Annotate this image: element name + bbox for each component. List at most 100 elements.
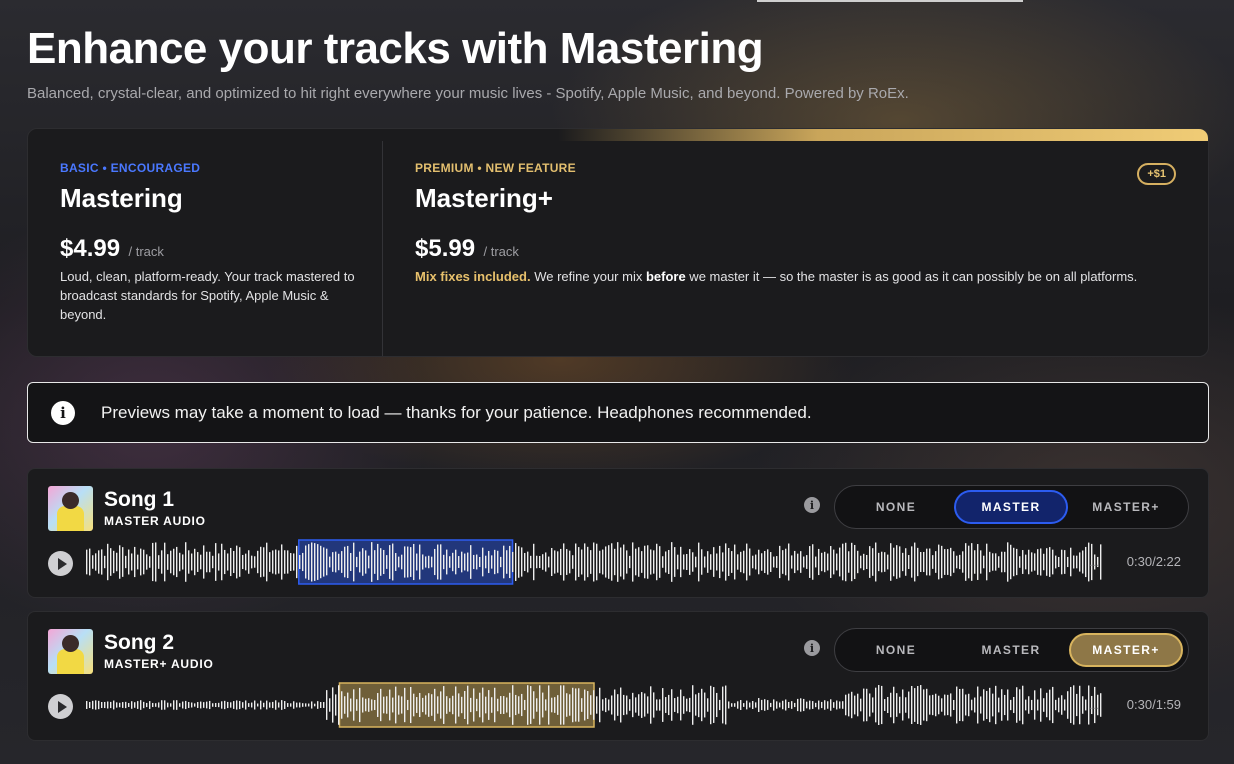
waveform-bar xyxy=(722,552,724,572)
waveform-bar xyxy=(1079,552,1081,572)
waveform[interactable]: ... xyxy=(85,682,1103,728)
waveform-bar xyxy=(644,693,646,717)
waveform-bar xyxy=(809,546,811,578)
option-none[interactable]: NONE xyxy=(839,633,953,667)
waveform-bar xyxy=(758,698,760,712)
play-button[interactable] xyxy=(48,551,73,576)
info-icon[interactable]: i xyxy=(804,497,820,513)
waveform-bar xyxy=(326,690,328,720)
waveform-bar xyxy=(236,700,238,710)
waveform-bar xyxy=(245,553,247,571)
waveform-bar xyxy=(800,698,802,712)
waveform-bar xyxy=(512,685,514,725)
info-icon: i xyxy=(51,400,75,425)
waveform-bar xyxy=(257,550,259,574)
waveform-bar xyxy=(770,702,772,708)
waveform-bar xyxy=(128,549,130,575)
waveform-bar xyxy=(908,691,910,719)
waveform-bar xyxy=(572,555,574,569)
plan-basic[interactable]: BASIC • ENCOURAGED Mastering $4.99 / tra… xyxy=(28,141,383,356)
waveform-bar xyxy=(986,690,988,720)
waveform-bar xyxy=(749,548,751,576)
option-master-plus[interactable]: MASTER+ xyxy=(1069,490,1183,524)
waveform-bar xyxy=(530,555,532,569)
info-icon[interactable]: i xyxy=(804,640,820,656)
waveform-bar xyxy=(668,694,670,716)
waveform-bar xyxy=(896,545,898,579)
waveform-bar xyxy=(833,549,835,575)
waveform-bar xyxy=(410,686,412,724)
waveform-bar xyxy=(992,693,994,717)
waveform-bar xyxy=(176,546,178,578)
waveform-bar xyxy=(485,555,487,569)
waveform-bar xyxy=(311,701,313,709)
waveform-bar xyxy=(809,700,811,710)
waveform-bar xyxy=(794,702,796,708)
waveform-bar xyxy=(1073,555,1075,569)
waveform-bar xyxy=(233,550,235,574)
waveform-bar xyxy=(1028,549,1030,575)
master-mode-toggle: NONE MASTER MASTER+ xyxy=(834,628,1189,672)
waveform-bar xyxy=(956,686,958,724)
play-button[interactable] xyxy=(48,694,73,719)
waveform-bar xyxy=(692,685,694,725)
waveform-bar xyxy=(875,687,877,723)
waveform-bar xyxy=(857,550,859,574)
plan-premium-unit: / track xyxy=(483,244,519,259)
waveform-bar xyxy=(518,696,520,714)
waveform-bar xyxy=(320,702,322,708)
waveform-bar xyxy=(365,698,367,712)
waveform-bar xyxy=(1043,553,1045,571)
waveform-bar xyxy=(542,554,544,570)
waveform-bar xyxy=(779,702,781,708)
waveform-bar xyxy=(248,703,250,707)
play-icon xyxy=(57,557,67,570)
waveform-bar xyxy=(812,701,814,709)
waveform-bar xyxy=(710,554,712,570)
waveform-bar xyxy=(428,693,430,717)
waveform-bar xyxy=(929,695,931,715)
option-master[interactable]: MASTER xyxy=(954,633,1068,667)
option-master[interactable]: MASTER xyxy=(954,490,1068,524)
waveform-bar xyxy=(683,696,685,714)
waveform-bar xyxy=(521,693,523,717)
option-master-plus[interactable]: MASTER+ xyxy=(1069,633,1183,667)
waveform[interactable]: ... xyxy=(85,539,1103,585)
waveform-bar xyxy=(989,551,991,573)
waveform-bar xyxy=(959,689,961,721)
waveform-bar xyxy=(632,692,634,718)
plan-premium-eyebrow: PREMIUM • NEW FEATURE xyxy=(415,161,576,175)
waveform-bar xyxy=(425,695,427,715)
waveform-bar xyxy=(104,701,106,709)
waveform-bar xyxy=(734,544,736,580)
waveform-bar xyxy=(992,553,994,571)
waveform-bar xyxy=(803,698,805,712)
waveform-bar xyxy=(338,685,340,725)
waveform-bar xyxy=(770,552,772,572)
waveform-bar xyxy=(221,543,223,581)
waveform-bar xyxy=(506,550,508,574)
waveform-bar xyxy=(407,699,409,711)
waveform-bar xyxy=(302,552,304,572)
waveform-bar xyxy=(152,542,154,582)
waveform-bar xyxy=(749,702,751,708)
waveform-bar xyxy=(821,552,823,572)
waveform-bar xyxy=(1019,689,1021,721)
waveform-bar xyxy=(404,687,406,723)
waveform-bar xyxy=(488,690,490,720)
waveform-bar xyxy=(278,550,280,574)
waveform-bar xyxy=(740,700,742,710)
waveform-bar xyxy=(542,692,544,718)
waveform-bar xyxy=(815,702,817,708)
waveform-bar xyxy=(341,551,343,573)
waveform-bar xyxy=(815,556,817,568)
waveform-bar xyxy=(386,555,388,569)
waveform-bar xyxy=(233,701,235,709)
waveform-bar xyxy=(410,547,412,577)
waveform-bar xyxy=(641,551,643,573)
plan-premium[interactable]: PREMIUM • NEW FEATURE Mastering+ +$1 $5.… xyxy=(384,141,1208,356)
option-none[interactable]: NONE xyxy=(839,490,953,524)
waveform-bar xyxy=(230,547,232,577)
waveform-bar xyxy=(773,699,775,711)
waveform-bar xyxy=(491,697,493,713)
